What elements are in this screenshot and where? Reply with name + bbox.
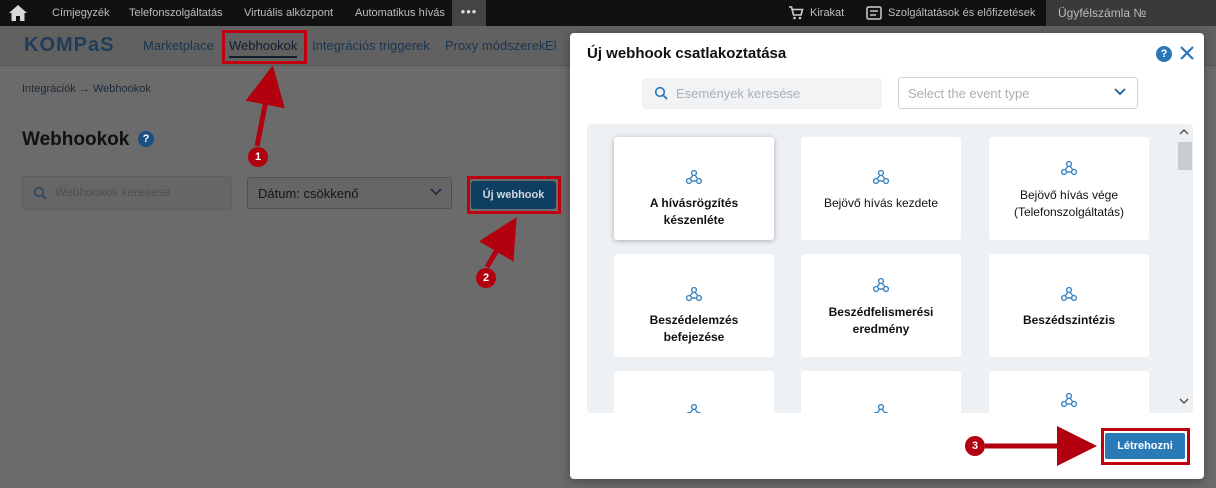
- event-card-partial[interactable]: [989, 371, 1149, 413]
- nav-more-truncated[interactable]: El: [545, 38, 557, 53]
- chevron-up-icon[interactable]: [1179, 128, 1189, 136]
- services-label: Szolgáltatások és előfizetések: [888, 7, 1036, 19]
- account-label: Ügyfélszámla №: [1058, 6, 1147, 20]
- chevron-down-icon[interactable]: [1179, 397, 1189, 405]
- arrow-2: [479, 217, 517, 269]
- search-icon: [654, 86, 668, 100]
- breadcrumb-current: Webhookok: [92, 83, 151, 95]
- breadcrumb-integrations[interactable]: Integrációk: [22, 83, 76, 95]
- event-card-incoming-call-start[interactable]: Bejövő hívás kezdete: [801, 137, 961, 240]
- search-icon: [33, 186, 47, 200]
- chevron-down-icon: [430, 188, 442, 196]
- account-number[interactable]: Ügyfélszámla №: [1046, 0, 1216, 26]
- event-card-label: Beszédelemzés befejezése: [649, 313, 739, 344]
- event-type-placeholder: Select the event type: [908, 86, 1030, 101]
- annotation-badge-1: 1: [248, 147, 268, 167]
- close-icon[interactable]: [1178, 44, 1196, 62]
- event-card-grid: A hívásrögzítés készenléte Bejövő hívás …: [587, 124, 1193, 413]
- nav-integration-triggers[interactable]: Integrációs triggerek: [312, 38, 430, 53]
- topnav-virtual-pbx[interactable]: Virtuális alközpont: [244, 7, 333, 19]
- topnav-auto-call[interactable]: Automatikus hívás: [355, 7, 445, 19]
- services-link[interactable]: Szolgáltatások és előfizetések: [866, 6, 1035, 20]
- top-system-bar: Címjegyzék Telefonszolgáltatás Virtuális…: [0, 0, 1216, 26]
- breadcrumb: Integrációk → Webhookok: [22, 83, 151, 95]
- event-card-speech-recognition-result[interactable]: Beszédfelismerési eredmény: [801, 254, 961, 357]
- sort-select-value: Dátum: csökkenő: [258, 186, 359, 201]
- webhook-search-input[interactable]: [55, 185, 225, 199]
- event-search[interactable]: [642, 78, 882, 109]
- home-icon[interactable]: [8, 4, 28, 22]
- more-menu-button[interactable]: •••: [452, 0, 486, 26]
- event-card-incoming-call-end[interactable]: Bejövő hívás vége (Telefonszolgáltatás): [989, 137, 1149, 240]
- webhook-icon: [1060, 160, 1078, 176]
- arrow-1: [245, 65, 285, 147]
- nav-proxy-methods[interactable]: Proxy módszerek: [445, 38, 545, 53]
- event-search-input[interactable]: [676, 86, 871, 101]
- webhook-icon: [1060, 286, 1078, 302]
- webhook-icon: [872, 169, 890, 185]
- annotation-badge-2: 2: [476, 268, 496, 288]
- webhook-search[interactable]: [22, 176, 232, 210]
- shop-label: Kirakat: [810, 7, 845, 19]
- highlight-create-button: [1101, 428, 1190, 465]
- event-card-label: Bejövő hívás vége (Telefonszolgáltatás): [1013, 188, 1125, 219]
- shop-link[interactable]: Kirakat: [788, 6, 844, 20]
- scrollbar-thumb[interactable]: [1178, 142, 1192, 170]
- card-grid-scrollbar[interactable]: [1176, 125, 1192, 412]
- webhook-icon: [685, 286, 703, 302]
- event-type-select[interactable]: Select the event type: [898, 77, 1138, 109]
- event-card-speech-analysis-done[interactable]: Beszédelemzés befejezése: [614, 254, 774, 357]
- help-icon[interactable]: ?: [138, 131, 154, 147]
- modal-help-icon[interactable]: ?: [1156, 46, 1172, 62]
- nav-marketplace[interactable]: Marketplace: [143, 38, 214, 53]
- topnav-contacts[interactable]: Címjegyzék: [52, 7, 109, 19]
- chevron-down-icon: [1114, 88, 1126, 96]
- topnav-telephony[interactable]: Telefonszolgáltatás: [129, 7, 223, 19]
- new-webhook-modal: Új webhook csatlakoztatása ? Select the …: [570, 33, 1204, 479]
- sort-select[interactable]: Dátum: csökkenő: [247, 177, 452, 209]
- event-card-partial[interactable]: [801, 371, 961, 413]
- event-card-label: Bejövő hívás kezdete: [823, 196, 939, 210]
- event-card-speech-synthesis[interactable]: Beszédszintézis: [989, 254, 1149, 357]
- services-icon: [866, 6, 882, 20]
- event-card-label: Beszédszintézis: [1022, 313, 1116, 327]
- cart-icon: [789, 6, 804, 20]
- highlight-webhooks-tab: [222, 30, 307, 64]
- modal-title: Új webhook csatlakoztatása: [587, 45, 787, 62]
- webhook-icon: [686, 403, 702, 413]
- webhook-icon: [872, 277, 890, 293]
- kompas-logo: KOMPaS: [24, 34, 115, 56]
- annotation-badge-3: 3: [965, 436, 985, 456]
- page-title: Webhookok: [22, 129, 130, 150]
- event-card-label: Beszédfelismerési eredmény: [828, 305, 934, 336]
- event-card-label: A hívásrögzítés készenléte: [649, 196, 739, 227]
- webhook-icon: [685, 169, 703, 185]
- event-card-recording-ready[interactable]: A hívásrögzítés készenléte: [614, 137, 774, 240]
- webhook-icon: [1060, 392, 1078, 408]
- webhook-icon: [873, 403, 889, 413]
- breadcrumb-separator: →: [78, 83, 90, 95]
- event-card-partial[interactable]: [614, 371, 774, 413]
- highlight-new-webhook: [467, 176, 561, 214]
